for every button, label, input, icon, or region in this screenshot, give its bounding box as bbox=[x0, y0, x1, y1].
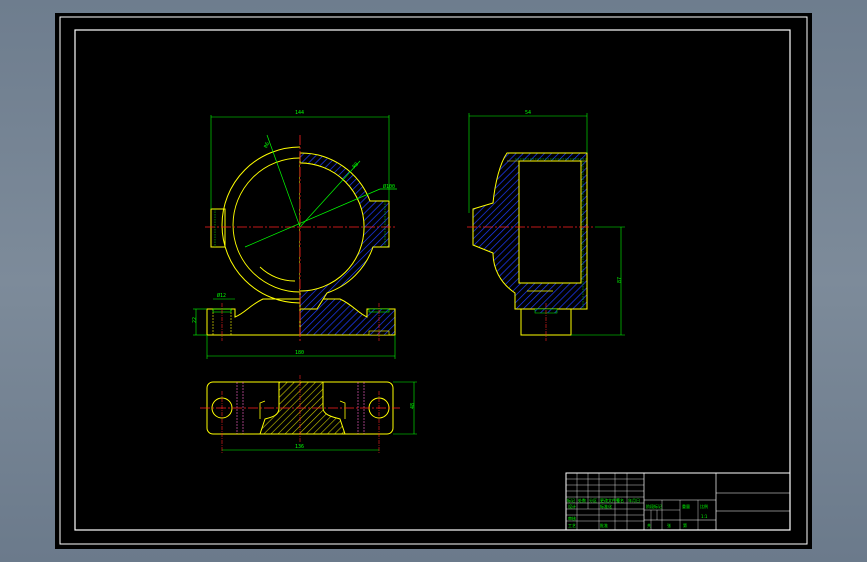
dim-front-width: 144 bbox=[295, 110, 304, 116]
tb-label-n: 批准 bbox=[600, 522, 608, 528]
tb-label-e: 签名 bbox=[616, 497, 624, 503]
dim-side-height: 87 bbox=[617, 277, 623, 283]
dim-diameter: Ø100 bbox=[383, 183, 395, 190]
outer-border bbox=[59, 16, 808, 545]
cad-drawing: 144 R6 R8 Ø100 Ø12 22 180 54 87 136 48 标… bbox=[59, 16, 808, 545]
title-block-labels: 标记 处数 分区 更改文件号 签名 年月日 设计 标准化 阶段标记 重量 比例 … bbox=[567, 497, 708, 528]
dim-hole-spacing: 136 bbox=[295, 444, 304, 450]
tb-label-l: 审核 bbox=[568, 515, 576, 521]
drawing-frame: 144 R6 R8 Ø100 Ø12 22 180 54 87 136 48 标… bbox=[55, 13, 812, 549]
tb-label-f: 年月日 bbox=[628, 497, 640, 503]
tb-label-c: 分区 bbox=[589, 497, 597, 503]
tb-label-g: 设计 bbox=[568, 503, 576, 509]
dim-bolt-hole: Ø12 bbox=[217, 292, 226, 299]
tb-label-q: 第 bbox=[683, 522, 687, 528]
tb-label-i: 阶段标记 bbox=[646, 503, 662, 509]
tb-label-r: 1:1 bbox=[701, 514, 708, 519]
tb-label-p: 张 bbox=[667, 522, 671, 528]
dim-plan-depth: 48 bbox=[410, 403, 416, 409]
tb-label-b: 处数 bbox=[578, 497, 586, 503]
tb-label-o: 共 bbox=[647, 522, 651, 528]
dim-side-width: 54 bbox=[525, 110, 531, 116]
tb-label-m: 工艺 bbox=[568, 523, 576, 528]
front-view bbox=[193, 115, 397, 359]
dim-foot-height: 22 bbox=[192, 317, 198, 323]
tb-label-j: 重量 bbox=[682, 503, 690, 509]
tb-label-a: 标记 bbox=[567, 497, 575, 503]
side-view bbox=[467, 113, 625, 341]
plan-view bbox=[200, 375, 417, 453]
tb-label-k: 比例 bbox=[700, 503, 708, 509]
inner-border bbox=[74, 29, 791, 531]
tb-label-h: 标准化 bbox=[600, 503, 612, 509]
dim-base-length: 180 bbox=[295, 350, 304, 356]
